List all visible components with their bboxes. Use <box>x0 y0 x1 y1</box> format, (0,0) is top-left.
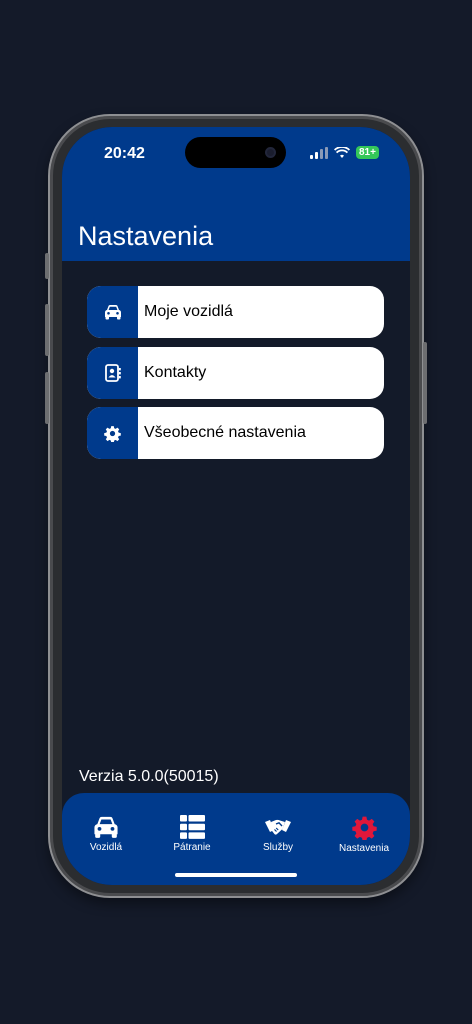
app-header: 20:42 81+ Nastavenia <box>62 127 410 261</box>
menu-item-contacts[interactable]: Kontakty <box>87 347 384 399</box>
tab-label: Nastavenia <box>338 843 390 854</box>
page-title: Nastavenia <box>78 221 214 251</box>
volume-down-button <box>45 372 49 424</box>
volume-up-button <box>45 304 49 356</box>
menu-item-label: Kontakty <box>144 364 207 381</box>
tab-label: Služby <box>262 842 293 853</box>
silent-switch <box>45 253 49 279</box>
app-version: Verzia 5.0.0(50015) <box>79 768 219 785</box>
car-icon <box>94 816 118 838</box>
tab-search[interactable]: Pátranie <box>152 815 232 853</box>
phone-screen: 20:42 81+ Nastavenia Moje vozidlá Kontak… <box>62 127 410 885</box>
gear-icon <box>104 425 121 442</box>
status-indicators: 81+ <box>310 146 379 159</box>
car-icon <box>104 305 121 320</box>
tab-label: Vozidlá <box>89 842 123 853</box>
dynamic-island <box>185 137 286 168</box>
menu-item-label: Moje vozidlá <box>144 303 233 320</box>
cellular-signal-icon <box>310 146 328 159</box>
battery-indicator: 81+ <box>356 146 379 159</box>
power-button <box>423 342 427 424</box>
handshake-icon <box>265 819 291 835</box>
tab-vehicles[interactable]: Vozidlá <box>66 815 146 853</box>
wifi-icon <box>334 146 350 158</box>
tab-bar: Vozidlá Pátranie Služby Nastavenia <box>62 793 410 885</box>
list-icon <box>179 815 205 839</box>
status-time: 20:42 <box>104 145 145 162</box>
tab-services[interactable]: Služby <box>238 815 318 853</box>
menu-item-my-vehicles[interactable]: Moje vozidlá <box>87 286 384 338</box>
tab-label: Pátranie <box>173 842 211 853</box>
menu-item-label: Všeobecné nastavenia <box>144 424 306 441</box>
tab-settings[interactable]: Nastavenia <box>324 815 404 854</box>
gear-icon <box>351 816 377 840</box>
menu-item-general-settings[interactable]: Všeobecné nastavenia <box>87 407 384 459</box>
contacts-icon <box>104 364 121 382</box>
home-indicator[interactable] <box>175 873 297 877</box>
